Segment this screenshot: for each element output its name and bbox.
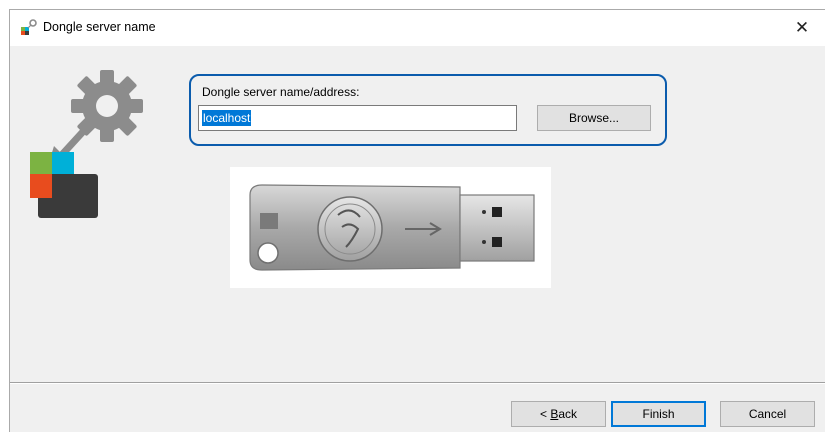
server-address-value: localhost xyxy=(202,110,252,126)
app-icon xyxy=(21,19,37,35)
title-bar[interactable]: Dongle server name ✕ xyxy=(10,10,825,46)
server-address-input[interactable]: localhost xyxy=(198,105,517,131)
window-title: Dongle server name xyxy=(43,20,156,34)
back-button[interactable]: < Back xyxy=(511,401,606,427)
finish-button[interactable]: Finish xyxy=(611,401,706,427)
close-button[interactable]: ✕ xyxy=(779,10,825,46)
dialog-window: Dongle server name ✕ Dongle server name/… xyxy=(9,9,825,432)
server-address-label: Dongle server name/address: xyxy=(202,85,360,99)
gear-connect-icon xyxy=(30,70,143,218)
close-icon: ✕ xyxy=(794,18,810,37)
back-accelerator: B xyxy=(550,407,559,421)
cancel-button[interactable]: Cancel xyxy=(720,401,815,427)
back-prefix: < xyxy=(539,407,551,421)
usb-dongle-image xyxy=(230,167,551,288)
back-label-rest: ack xyxy=(558,407,578,421)
browse-button[interactable]: Browse... xyxy=(537,105,651,131)
footer-separator xyxy=(10,382,825,384)
